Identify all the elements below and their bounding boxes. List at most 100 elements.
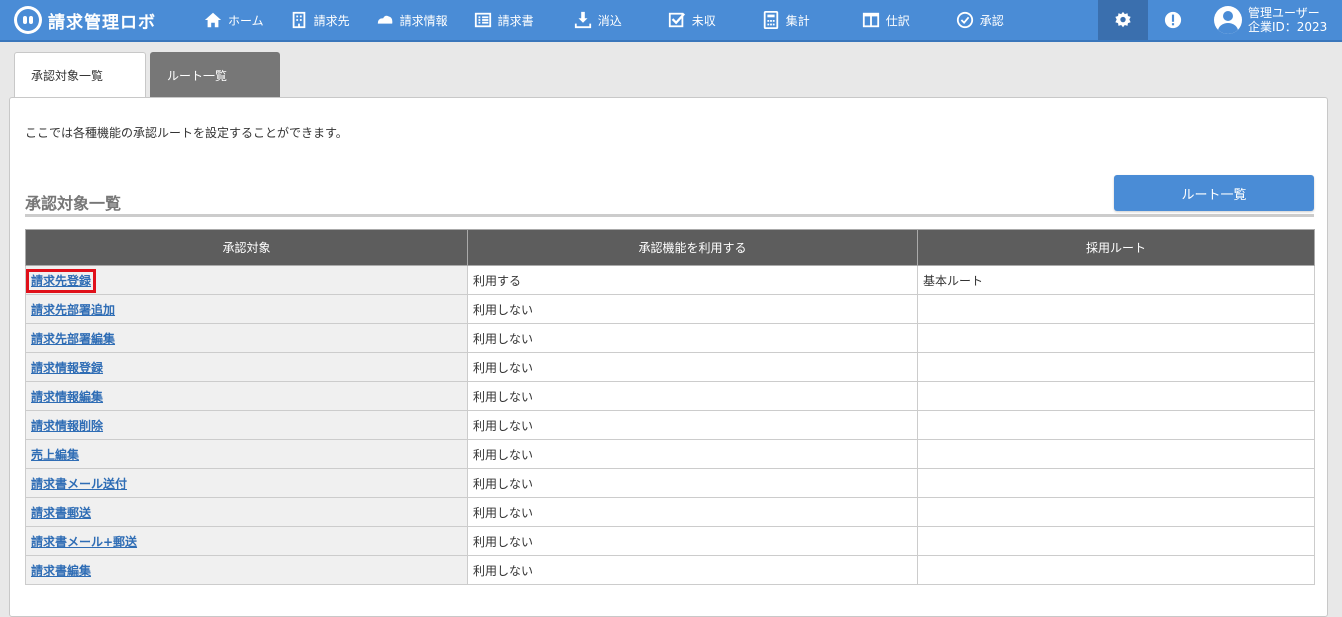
approval-target-link[interactable]: 請求書郵送 — [31, 506, 91, 520]
route-cell — [917, 381, 1315, 411]
top-navbar: 請求管理ロボ ホーム 請求先 請求情報 請求書 消込 未収 集計 仕訳 承認 管… — [0, 0, 1342, 42]
table-row: 請求書編集 利用しない — [25, 555, 1315, 585]
approval-targets-table: 承認対象 承認機能を利用する 採用ルート 請求先登録 利用する 基本ルート 請求先部署… — [25, 229, 1315, 585]
nav-summary[interactable]: 集計 — [754, 0, 818, 40]
nav-summary-label: 集計 — [785, 13, 810, 28]
table-row: 請求書郵送 利用しない — [25, 497, 1315, 527]
section-divider — [25, 214, 1314, 217]
approval-target-cell: 請求書編集 — [25, 555, 468, 585]
content-panel: ここでは各種機能の承認ルートを設定することができます。 承認対象一覧 ルート一覧… — [9, 97, 1328, 617]
list-icon — [474, 11, 492, 29]
main-nav: ホーム 請求先 請求情報 請求書 消込 未収 集計 仕訳 承認 — [196, 0, 1012, 40]
nav-approval-label: 承認 — [979, 13, 1004, 28]
approval-target-link[interactable]: 請求書メール+郵送 — [31, 535, 137, 549]
route-list-button[interactable]: ルート一覧 — [1114, 175, 1314, 211]
route-cell — [917, 410, 1315, 440]
nav-journal[interactable]: 仕訳 — [854, 0, 918, 40]
home-icon — [204, 11, 222, 29]
nav-home[interactable]: ホーム — [196, 0, 272, 40]
approval-target-cell: 請求情報編集 — [25, 381, 468, 411]
route-cell — [917, 468, 1315, 498]
nav-clients[interactable]: 請求先 — [282, 0, 358, 40]
tab-bar: 承認対象一覧 ルート一覧 — [14, 52, 280, 98]
use-approval-cell: 利用しない — [467, 410, 918, 440]
approval-target-link[interactable]: 請求先登録 — [25, 268, 97, 293]
approval-target-cell: 請求情報削除 — [25, 410, 468, 440]
table-row: 売上編集 利用しない — [25, 439, 1315, 469]
approval-target-cell: 請求先部署追加 — [25, 294, 468, 324]
approval-target-link[interactable]: 請求先部署追加 — [31, 303, 115, 317]
nav-reconcile[interactable]: 消込 — [566, 0, 630, 40]
approval-target-link[interactable]: 請求情報登録 — [31, 361, 103, 375]
use-approval-cell: 利用しない — [467, 439, 918, 469]
nav-billing-info[interactable]: 請求情報 — [368, 0, 456, 40]
approval-target-cell: 請求先登録 — [25, 265, 468, 295]
route-cell: 基本ルート — [917, 265, 1315, 295]
cloud-icon — [376, 11, 394, 29]
alert-button[interactable] — [1150, 0, 1196, 40]
nav-home-label: ホーム — [228, 13, 264, 28]
nav-billing-info-label: 請求情報 — [399, 13, 448, 28]
column-header-target: 承認対象 — [25, 229, 468, 266]
approval-target-cell: 売上編集 — [25, 439, 468, 469]
user-name: 管理ユーザー — [1248, 6, 1320, 20]
app-logo[interactable]: 請求管理ロボ — [14, 5, 156, 35]
approval-target-cell: 請求書メール送付 — [25, 468, 468, 498]
section-title: 承認対象一覧 — [25, 194, 122, 213]
user-avatar-icon — [1214, 6, 1242, 34]
route-cell — [917, 294, 1315, 324]
table-row: 請求先部署追加 利用しない — [25, 294, 1315, 324]
table-header-row: 承認対象 承認機能を利用する 採用ルート — [25, 229, 1315, 266]
table-row: 請求書メール送付 利用しない — [25, 468, 1315, 498]
approval-target-link[interactable]: 請求書メール送付 — [31, 477, 127, 491]
columns-icon — [862, 11, 880, 29]
approval-target-link[interactable]: 売上編集 — [31, 448, 79, 462]
company-id: 企業ID：2023 — [1248, 20, 1328, 34]
use-approval-cell: 利用しない — [467, 526, 918, 556]
approval-target-link[interactable]: 請求書編集 — [31, 564, 91, 578]
robot-logo-icon — [14, 6, 42, 34]
user-menu[interactable]: 管理ユーザー 企業ID：2023 — [1214, 3, 1327, 37]
route-cell — [917, 526, 1315, 556]
route-cell — [917, 497, 1315, 527]
check-circle-icon — [956, 11, 974, 29]
settings-button[interactable] — [1098, 0, 1148, 40]
nav-approval[interactable]: 承認 — [948, 0, 1012, 40]
approval-target-cell: 請求書メール+郵送 — [25, 526, 468, 556]
route-cell — [917, 323, 1315, 353]
tab-approval-targets[interactable]: 承認対象一覧 — [14, 52, 146, 98]
page-description: ここでは各種機能の承認ルートを設定することができます。 — [25, 126, 348, 140]
approval-target-cell: 請求書郵送 — [25, 497, 468, 527]
tab-route-list[interactable]: ルート一覧 — [150, 52, 280, 98]
column-header-route: 採用ルート — [917, 229, 1315, 266]
column-header-use: 承認機能を利用する — [467, 229, 918, 266]
nav-receivables[interactable]: 未収 — [660, 0, 724, 40]
use-approval-cell: 利用しない — [467, 381, 918, 411]
exclamation-icon — [1164, 11, 1182, 29]
building-icon — [290, 11, 308, 29]
app-logo-text: 請求管理ロボ — [48, 12, 156, 33]
approval-target-link[interactable]: 請求情報削除 — [31, 419, 103, 433]
table-row: 請求情報登録 利用しない — [25, 352, 1315, 382]
nav-journal-label: 仕訳 — [885, 13, 910, 28]
route-cell — [917, 352, 1315, 382]
use-approval-cell: 利用しない — [467, 323, 918, 353]
download-icon — [574, 11, 592, 29]
nav-clients-label: 請求先 — [313, 13, 350, 28]
checkbox-icon — [668, 11, 686, 29]
use-approval-cell: 利用しない — [467, 468, 918, 498]
table-row: 請求情報削除 利用しない — [25, 410, 1315, 440]
nav-receivables-label: 未収 — [691, 13, 716, 28]
approval-target-cell: 請求先部署編集 — [25, 323, 468, 353]
use-approval-cell: 利用しない — [467, 497, 918, 527]
approval-target-link[interactable]: 請求先部署編集 — [31, 332, 115, 346]
nav-invoices-label: 請求書 — [497, 13, 534, 28]
route-cell — [917, 439, 1315, 469]
use-approval-cell: 利用しない — [467, 294, 918, 324]
use-approval-cell: 利用する — [467, 265, 918, 295]
nav-invoices[interactable]: 請求書 — [466, 0, 542, 40]
nav-reconcile-label: 消込 — [597, 13, 622, 28]
gear-icon — [1114, 11, 1132, 29]
approval-target-link[interactable]: 請求情報編集 — [31, 390, 103, 404]
table-row: 請求先登録 利用する 基本ルート — [25, 265, 1315, 295]
